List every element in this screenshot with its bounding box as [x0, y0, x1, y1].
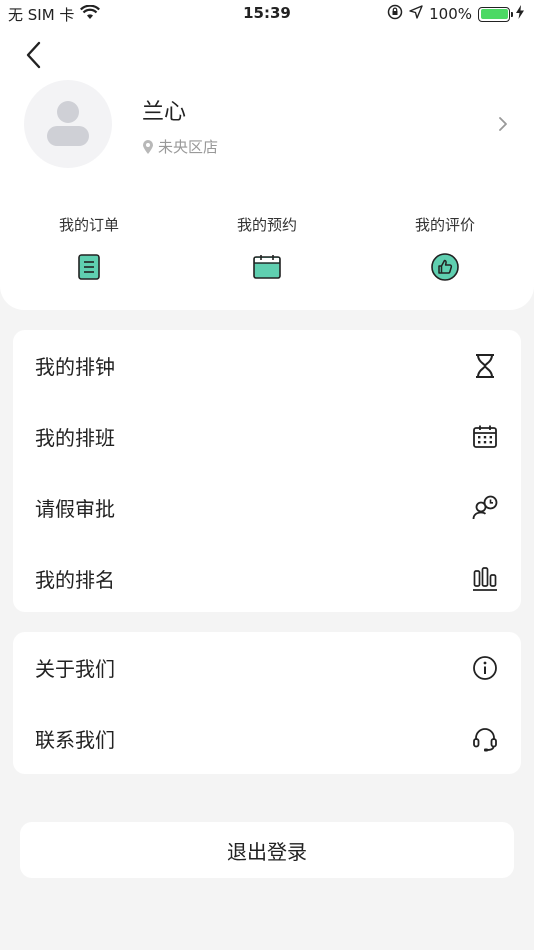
hourglass-icon — [471, 352, 499, 380]
menu-item-about-us[interactable]: 关于我们 — [13, 632, 521, 703]
menu-item-label: 我的排名 — [35, 568, 115, 592]
store-name: 未央区店 — [158, 138, 219, 156]
quick-link-label: 我的订单 — [58, 216, 119, 234]
menu-item-leave-approval[interactable]: 请假审批 — [13, 472, 521, 543]
user-name: 兰心 — [142, 100, 187, 125]
menu-item-label: 请假审批 — [35, 497, 115, 521]
secondary-menu-card: 关于我们 联系我们 — [13, 632, 521, 774]
order-list-icon — [78, 254, 100, 280]
quick-link-orders[interactable]: 我的订单 — [29, 214, 149, 282]
orientation-lock-icon — [387, 4, 403, 24]
profile-detail-chevron-icon[interactable] — [496, 114, 510, 134]
back-button[interactable] — [18, 38, 48, 72]
info-icon — [471, 654, 499, 682]
avatar[interactable] — [24, 80, 112, 168]
menu-item-label: 关于我们 — [35, 657, 115, 681]
store-location: 未央区店 — [142, 136, 218, 157]
menu-item-label: 联系我们 — [35, 728, 115, 752]
location-pin-icon — [143, 139, 153, 154]
quick-link-label: 我的评价 — [414, 216, 475, 234]
status-right: 100% — [387, 4, 524, 24]
schedule-calendar-icon — [471, 423, 499, 451]
battery-percent: 100% — [429, 5, 472, 23]
chevron-left-icon — [26, 41, 41, 69]
menu-item-shift-schedule[interactable]: 我的排班 — [13, 401, 521, 472]
charging-icon — [516, 5, 524, 23]
calendar-icon — [253, 255, 281, 279]
menu-item-clock-schedule[interactable]: 我的排钟 — [13, 330, 521, 401]
primary-menu-card: 我的排钟 我的排班 请假审批 我的排名 — [13, 330, 521, 612]
battery-fill — [480, 9, 508, 19]
thumbs-up-icon — [431, 253, 459, 281]
menu-item-label: 我的排钟 — [35, 355, 115, 379]
menu-item-ranking[interactable]: 我的排名 — [13, 543, 521, 614]
menu-item-contact-us[interactable]: 联系我们 — [13, 703, 521, 774]
quick-link-reviews[interactable]: 我的评价 — [385, 214, 505, 282]
profile-header: 兰心 未央区店 我的订单 我的预约 我的评价 — [0, 28, 534, 310]
avatar-placeholder-icon — [47, 101, 89, 146]
location-arrow-icon — [409, 5, 423, 23]
headset-icon — [471, 725, 499, 753]
bar-ranking-icon — [471, 565, 499, 593]
quick-link-label: 我的预约 — [236, 216, 297, 234]
quick-link-appointments[interactable]: 我的预约 — [207, 214, 327, 282]
status-bar: 无 SIM 卡 15:39 100% — [0, 0, 534, 28]
battery-icon — [478, 6, 513, 22]
person-clock-icon — [471, 494, 499, 522]
logout-button[interactable]: 退出登录 — [20, 822, 514, 878]
menu-item-label: 我的排班 — [35, 426, 115, 450]
